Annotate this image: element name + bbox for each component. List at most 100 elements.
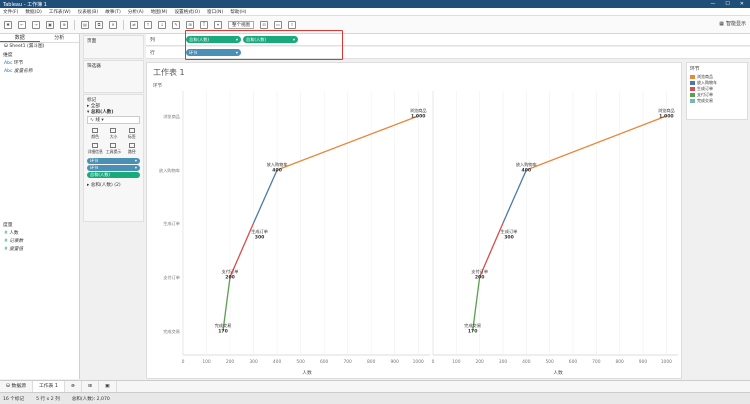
rows-label: 行 xyxy=(150,51,155,56)
smart-show-button[interactable]: ▦ 智能显示 xyxy=(719,20,746,28)
smart-show-icon: ▦ xyxy=(719,20,724,27)
new-story-tab-icon[interactable]: ▣ xyxy=(99,380,117,393)
new-dashboard-tab-icon[interactable]: ⊞ xyxy=(82,380,99,393)
x-axis-title-left: 人数 xyxy=(302,369,312,376)
divider xyxy=(123,19,124,30)
clear-icon[interactable]: ✕ xyxy=(109,20,117,29)
close-icon[interactable]: ✕ xyxy=(740,1,744,7)
status-sum: 总和(人数): 2,070 xyxy=(71,396,110,402)
menu-story[interactable]: 故事(T) xyxy=(105,9,121,15)
x-tick-label: 1000 xyxy=(661,359,672,365)
menu-help[interactable]: 帮助(H) xyxy=(230,9,246,15)
new-datasource-icon[interactable]: ⊕ xyxy=(60,20,68,29)
menu-format[interactable]: 设置格式(O) xyxy=(174,9,200,15)
duplicate-icon[interactable]: ⧉ xyxy=(95,20,103,29)
x-tick-label: 500 xyxy=(296,359,305,365)
tab-data[interactable]: 数据 xyxy=(0,34,40,42)
mark-pill-path[interactable]: 总和(人数) xyxy=(87,172,140,178)
measure-item[interactable]: # 人数 xyxy=(0,230,79,238)
columns-label: 列 xyxy=(150,38,155,43)
cards-column: 页面 筛选器 标记 ▸ 全部 ▾ 总和(人数) ∿ 线 ▾ 颜色 大小 标签 详… xyxy=(82,34,145,379)
tab-analysis[interactable]: 分析 xyxy=(40,34,80,42)
label-icon[interactable]: T xyxy=(200,20,208,29)
x-tick-label: 700 xyxy=(592,359,601,365)
highlight-icon[interactable]: ✎ xyxy=(172,20,180,29)
tooltip-icon xyxy=(110,142,117,148)
data-label-value: 300 xyxy=(255,235,265,241)
category-label: 支付订单 xyxy=(163,274,180,281)
new-sheet-tab-icon[interactable]: ⊕ xyxy=(65,380,82,393)
tooltip-button[interactable]: 工具提示 xyxy=(105,142,121,155)
legend-swatch xyxy=(690,87,695,91)
measure-item[interactable]: # 度量值 xyxy=(0,246,79,254)
data-label-category: 完成交易 xyxy=(215,322,232,329)
dimension-item[interactable]: Abc 度量名称 xyxy=(0,68,79,76)
legend-swatch xyxy=(690,93,695,97)
mark-type-select[interactable]: ∿ 线 ▾ xyxy=(87,116,140,124)
minimize-icon[interactable]: — xyxy=(710,1,715,7)
marks-group2[interactable]: ▸ 总和(人数) (2) xyxy=(87,182,140,188)
measure-label: 人数 xyxy=(9,231,19,236)
color-button[interactable]: 颜色 xyxy=(87,127,103,140)
data-label-category: 生成订单 xyxy=(251,228,268,235)
sort-asc-icon[interactable]: ↑ xyxy=(144,20,152,29)
pages-card[interactable]: 页面 xyxy=(83,35,144,59)
redo-icon[interactable]: → xyxy=(32,20,40,29)
window-title: Tableau - 工作簿 1 xyxy=(3,1,47,8)
undo-icon[interactable]: ← xyxy=(18,20,26,29)
tab-datasource[interactable]: ⛁ 数据源 xyxy=(0,380,33,393)
menu-map[interactable]: 地图(M) xyxy=(151,9,168,15)
detail-button[interactable]: 详细信息 xyxy=(87,142,103,155)
category-label: 浏览商品 xyxy=(163,113,180,120)
x-tick-label: 0 xyxy=(432,359,435,365)
path-button[interactable]: 路径 xyxy=(124,142,140,155)
presentation-icon[interactable]: ▭ xyxy=(274,20,282,29)
tableau-logo-icon[interactable]: ✱ xyxy=(4,20,12,29)
menu-dashboard[interactable]: 仪表板(B) xyxy=(78,9,99,15)
legend-label: 完成交易 xyxy=(697,98,713,103)
detail-label: 详细信息 xyxy=(87,148,103,154)
x-axis-title-right: 人数 xyxy=(553,369,563,376)
datasource-item[interactable]: ⛁ Sheet1 (漏斗图) xyxy=(0,43,79,51)
maximize-icon[interactable]: ☐ xyxy=(725,1,729,7)
swap-icon[interactable]: ⇄ xyxy=(130,20,138,29)
dimension-item[interactable]: Abc 环节 xyxy=(0,60,79,68)
mark-pill-color[interactable]: 环节 ▾ xyxy=(87,158,140,164)
share-icon[interactable]: ⇪ xyxy=(288,20,296,29)
legend-item[interactable]: 完成交易 xyxy=(687,98,747,104)
x-tick-label: 1000 xyxy=(413,359,424,365)
abc-icon: Abc xyxy=(4,69,15,74)
measure-item[interactable]: # 记录数 xyxy=(0,238,79,246)
sort-desc-icon[interactable]: ↓ xyxy=(158,20,166,29)
save-icon[interactable]: ▣ xyxy=(46,20,54,29)
menu-file[interactable]: 文件(F) xyxy=(3,9,18,15)
new-sheet-icon[interactable]: ▤ xyxy=(81,20,89,29)
fit-select[interactable]: 整个视图 xyxy=(228,20,254,29)
marks-group2-label: 总和(人数) (2) xyxy=(90,183,121,188)
menu-window[interactable]: 窗口(N) xyxy=(207,9,223,15)
x-tick-label: 900 xyxy=(391,359,400,365)
worksheet-canvas: 工作表 1 环节 人数 人数 浏览商品 放入购物车 生成订单 支付订单 完成交易 0 100… xyxy=(146,62,682,379)
row-header: 环节 xyxy=(153,83,162,89)
group-icon[interactable]: ⊞ xyxy=(186,20,194,29)
filters-card[interactable]: 筛选器 xyxy=(83,60,144,93)
fix-axes-icon[interactable]: ⊟ xyxy=(260,20,268,29)
title-bar: Tableau - 工作簿 1 — ☐ ✕ xyxy=(0,0,750,8)
menu-worksheet[interactable]: 工作表(W) xyxy=(49,9,71,15)
label-button[interactable]: 标签 xyxy=(124,127,140,140)
data-label-value: 400 xyxy=(522,168,532,174)
tab-sheet1[interactable]: 工作表 1 xyxy=(32,380,65,393)
marks-group1[interactable]: ▾ 总和(人数) xyxy=(87,109,140,115)
mark-pill-label[interactable]: 环节 ▾ xyxy=(87,165,140,171)
sheet-tabs-bar: ⛁ 数据源 工作表 1 ⊕ ⊞ ▣ xyxy=(0,380,750,393)
x-tick-label: 100 xyxy=(202,359,211,365)
pin-icon[interactable]: ⌖ xyxy=(214,20,222,29)
menu-analysis[interactable]: 分析(A) xyxy=(128,9,144,15)
size-button[interactable]: 大小 xyxy=(105,127,121,140)
series-line-segment xyxy=(502,169,527,224)
measures-header: 度量 xyxy=(3,223,13,228)
dimension-label: 环节 xyxy=(14,61,24,66)
x-tick-label: 700 xyxy=(343,359,352,365)
color-label: 颜色 xyxy=(91,133,99,139)
menu-data[interactable]: 数据(D) xyxy=(25,9,41,15)
